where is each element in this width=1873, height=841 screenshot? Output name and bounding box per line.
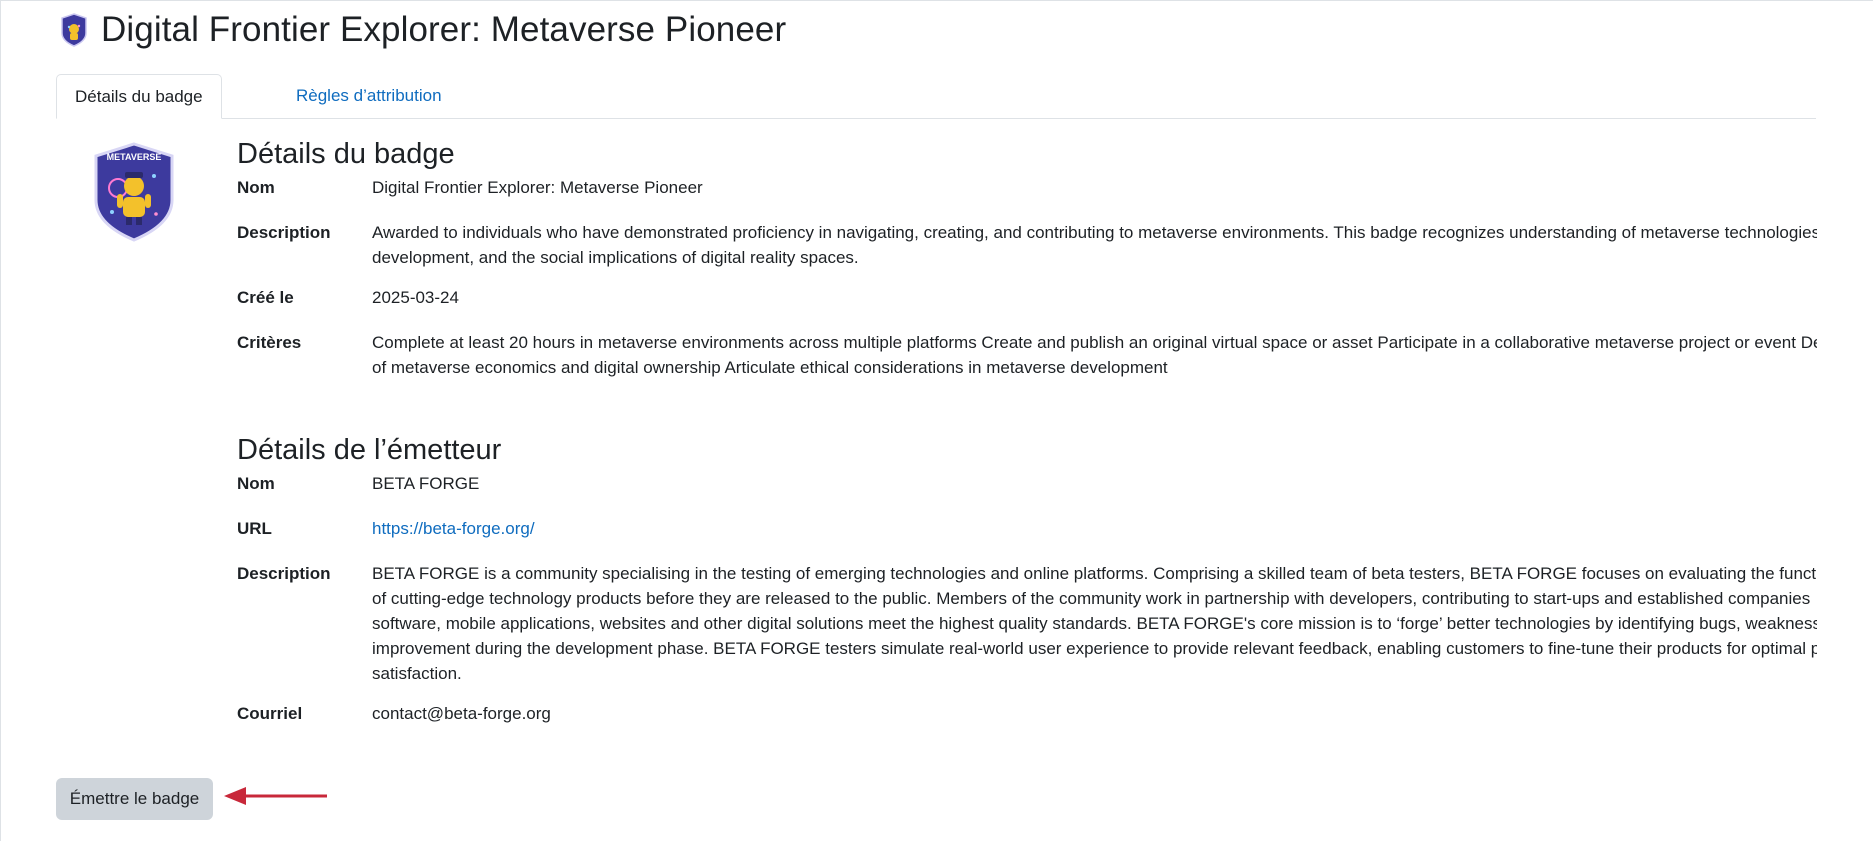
badge-criteria-line: of metaverse economics and digital owner… xyxy=(372,358,1168,377)
badge-description-row: Description Awarded to individuals who h… xyxy=(237,220,1817,270)
badge-created-label: Créé le xyxy=(237,288,294,307)
issuer-url-cell: https://beta-forge.org/ xyxy=(372,516,1817,541)
issuer-description-line: of cutting-edge technology products befo… xyxy=(372,589,1811,608)
badge-content: Détails du badge Nom Digital Frontier Ex… xyxy=(237,136,1817,726)
issuer-email-row: Courriel contact@beta-forge.org xyxy=(237,701,1817,726)
badge-criteria-label: Critères xyxy=(237,333,302,352)
issuer-description-row: Description BETA FORGE is a community sp… xyxy=(237,561,1817,686)
badge-details-heading: Détails du badge xyxy=(237,138,455,170)
badge-description-value: Awarded to individuals who have demonstr… xyxy=(372,220,1817,270)
page-header: Digital Frontier Explorer: Metaverse Pio… xyxy=(60,10,786,50)
badge-name-label: Nom xyxy=(237,178,275,197)
badge-description-label: Description xyxy=(237,223,331,242)
badge-criteria-row: Critères Complete at least 20 hours in m… xyxy=(237,330,1817,380)
annotation-arrow-icon xyxy=(224,787,327,805)
left-border xyxy=(0,0,1,841)
badge-name-value: Digital Frontier Explorer: Metaverse Pio… xyxy=(372,178,703,197)
badge-name-row: Nom Digital Frontier Explorer: Metaverse… xyxy=(237,175,1817,200)
issue-badge-button[interactable]: Émettre le badge xyxy=(56,778,213,820)
issuer-url-row: URL https://beta-forge.org/ xyxy=(237,516,1817,541)
issuer-description-line: improvement during the development phase… xyxy=(372,639,1817,658)
issuer-email-value: contact@beta-forge.org xyxy=(372,704,551,723)
tab-bar: Détails du badge Règles d’attribution xyxy=(56,74,1816,119)
badge-thumbnail-icon xyxy=(61,13,87,47)
issuer-name-label: Nom xyxy=(237,474,275,493)
badge-description-line: Awarded to individuals who have demonstr… xyxy=(372,223,1817,242)
issuer-url-label: URL xyxy=(237,519,272,538)
badge-criteria-line: Complete at least 20 hours in metaverse … xyxy=(372,333,1817,352)
issuer-description-value: BETA FORGE is a community specialising i… xyxy=(372,561,1817,686)
badge-created-value: 2025-03-24 xyxy=(372,288,459,307)
tab-award-criteria[interactable]: Règles d’attribution xyxy=(278,74,460,118)
badge-criteria-value: Complete at least 20 hours in metaverse … xyxy=(372,330,1817,380)
issuer-details-heading: Détails de l’émetteur xyxy=(237,434,502,466)
badge-image: METAVERSE xyxy=(94,142,174,242)
top-border xyxy=(0,0,1873,1)
issuer-description-label: Description xyxy=(237,564,331,583)
badge-created-row: Créé le 2025-03-24 xyxy=(237,285,1817,310)
issuer-email-label: Courriel xyxy=(237,704,303,723)
issuer-name-value: BETA FORGE xyxy=(372,474,480,493)
issuer-description-line: software, mobile applications, websites … xyxy=(372,614,1817,633)
issuer-url-link[interactable]: https://beta-forge.org/ xyxy=(372,519,535,538)
badge-description-line: development, and the social implications… xyxy=(372,248,859,267)
page-title: Digital Frontier Explorer: Metaverse Pio… xyxy=(101,10,787,49)
badge-image-text: METAVERSE xyxy=(107,152,162,162)
issuer-description-line: BETA FORGE is a community specialising i… xyxy=(372,564,1817,583)
tab-badge-details[interactable]: Détails du badge xyxy=(56,74,222,119)
issuer-name-row: Nom BETA FORGE xyxy=(237,471,1817,496)
issuer-description-line: satisfaction. xyxy=(372,664,462,683)
